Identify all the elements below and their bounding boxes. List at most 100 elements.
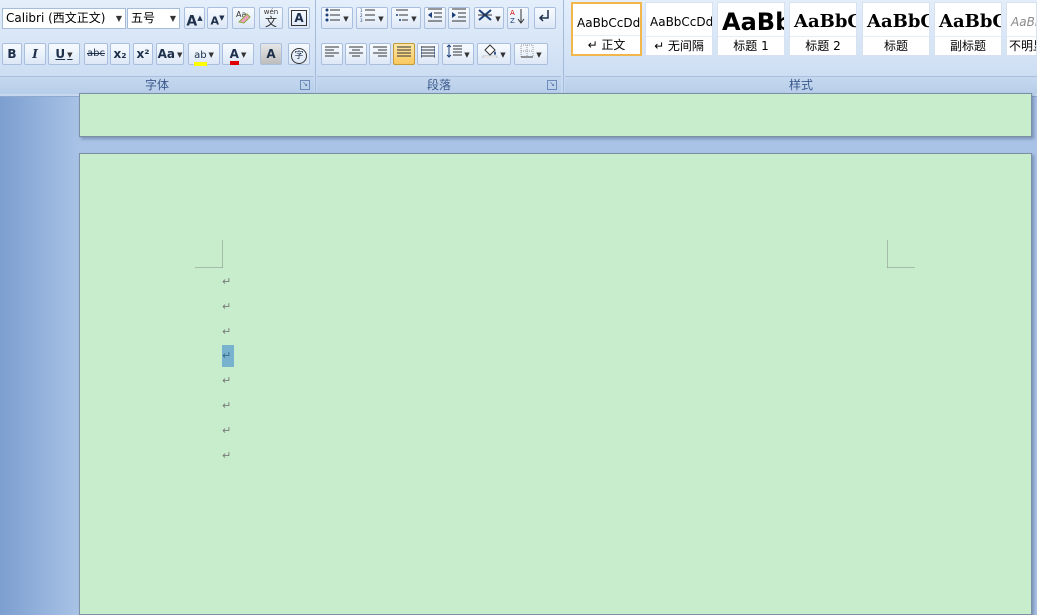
character-border-icon: A: [291, 10, 307, 26]
borders-icon: [520, 44, 534, 58]
sort-button[interactable]: AZ: [507, 7, 529, 29]
paragraph-mark[interactable]: ↵: [222, 423, 234, 439]
numbering-button[interactable]: 1 2 3 ▼: [356, 7, 388, 29]
align-right-button[interactable]: [369, 43, 391, 65]
style-subtle-emphasis[interactable]: AaBbC 不明显: [1006, 2, 1037, 56]
bullets-button[interactable]: ▼: [321, 7, 353, 29]
paragraph-mark-icon: [538, 10, 549, 22]
style-heading-2[interactable]: AaBbC 标题 2: [789, 2, 857, 56]
style-name: 标题 2: [790, 36, 856, 55]
style-heading-1[interactable]: AaBb 标题 1: [717, 2, 785, 56]
font-dialog-launcher-icon[interactable]: ↘: [300, 80, 310, 90]
paragraph-dialog-launcher-icon[interactable]: ↘: [547, 80, 557, 90]
chinese-layout-button[interactable]: ▼: [474, 7, 504, 29]
strikethrough-button[interactable]: abc: [84, 43, 108, 65]
justify-button[interactable]: [393, 43, 415, 65]
numbered-list-icon: 123: [360, 8, 376, 23]
chevron-down-icon: ▼: [169, 14, 177, 23]
enclose-characters-button[interactable]: 字: [288, 43, 310, 65]
shading-button[interactable]: ▼: [477, 43, 511, 65]
shrink-font-button[interactable]: A▼: [207, 7, 228, 29]
style-sample: AaBbCcDd: [577, 16, 640, 30]
font-group: Calibri (西文正文) ▼ 五号 ▼ A▲ A▼ Aa wén 文 A B…: [0, 0, 314, 96]
previous-page[interactable]: [79, 93, 1032, 137]
bold-button[interactable]: B: [2, 43, 22, 65]
style-sample: AaBb: [722, 8, 784, 36]
subscript-button[interactable]: x₂: [110, 43, 130, 65]
style-normal[interactable]: AaBbCcDd ↵ 正文: [571, 2, 642, 56]
svg-text:A: A: [510, 9, 515, 17]
justify-icon: [397, 46, 411, 57]
font-name-combo[interactable]: Calibri (西文正文) ▼: [2, 8, 126, 29]
bullet-list-icon: [325, 8, 341, 22]
align-center-button[interactable]: [345, 43, 367, 65]
paragraph-mark[interactable]: ↵: [222, 398, 234, 414]
style-name: 标题: [863, 36, 929, 55]
italic-button[interactable]: I: [24, 43, 46, 65]
chevron-down-icon: ▼: [115, 14, 123, 23]
style-no-spacing[interactable]: AaBbCcDd ↵ 无间隔: [645, 2, 713, 56]
chevron-down-icon: ▼: [177, 50, 183, 59]
group-divider: [315, 0, 316, 96]
superscript-icon: x²: [136, 47, 150, 61]
style-title[interactable]: AaBbC 标题: [862, 2, 930, 56]
style-name: ↵ 正文: [573, 35, 640, 54]
style-name: 标题 1: [718, 36, 784, 55]
shrink-font-icon: A: [210, 14, 220, 28]
increase-indent-button[interactable]: [448, 7, 470, 29]
underline-icon: U: [55, 47, 66, 61]
character-shading-button[interactable]: A: [260, 43, 282, 65]
font-color-button[interactable]: A ▼: [222, 43, 254, 65]
sort-icon: AZ: [510, 9, 525, 25]
svg-text:Z: Z: [510, 17, 515, 24]
change-case-icon: Aa: [157, 47, 175, 61]
font-color-icon: A: [229, 48, 239, 65]
font-name-value: Calibri (西文正文): [6, 11, 106, 25]
bold-icon: B: [7, 47, 17, 61]
chevron-down-icon: ▼: [536, 50, 542, 59]
decrease-indent-button[interactable]: [424, 7, 446, 29]
distributed-button[interactable]: [417, 43, 439, 65]
chevron-down-icon: ▼: [464, 50, 470, 59]
highlight-button[interactable]: ab ▼: [188, 43, 220, 66]
increase-indent-icon: [452, 8, 466, 22]
paragraph-group-label: 段落: [317, 76, 561, 94]
ribbon: Calibri (西文正文) ▼ 五号 ▼ A▲ A▼ Aa wén 文 A B…: [0, 0, 1037, 97]
style-sample: AaBbCcDd: [650, 15, 712, 29]
change-case-button[interactable]: Aa ▼: [156, 43, 184, 65]
paint-bucket-icon: [483, 44, 498, 59]
align-left-button[interactable]: [321, 43, 343, 65]
font-size-combo[interactable]: 五号 ▼: [127, 8, 180, 29]
chevron-down-icon: ▼: [500, 50, 506, 59]
borders-button[interactable]: ▼: [514, 43, 548, 65]
multilevel-list-icon: [396, 9, 409, 21]
show-hide-marks-button[interactable]: [534, 7, 556, 29]
paragraph-mark-selected[interactable]: ↵: [222, 345, 234, 367]
paragraph-mark[interactable]: ↵: [222, 299, 234, 315]
grow-font-button[interactable]: A▲: [184, 7, 205, 30]
underline-button[interactable]: U ▼: [48, 43, 80, 65]
style-sample: AaBbC: [939, 11, 1001, 32]
paragraph-mark[interactable]: ↵: [222, 324, 234, 340]
chevron-down-icon: ▼: [240, 50, 247, 59]
paragraph-mark[interactable]: ↵: [222, 448, 234, 464]
strikethrough-icon: abc: [87, 48, 105, 59]
chevron-down-icon: ▼: [411, 14, 417, 23]
character-border-button[interactable]: A: [288, 7, 310, 29]
chevron-down-icon: ▼: [208, 50, 214, 59]
style-sample: AaBbC: [867, 11, 929, 32]
paragraph-mark[interactable]: ↵: [222, 274, 234, 290]
phonetic-guide-button[interactable]: wén 文: [259, 7, 283, 29]
line-spacing-button[interactable]: ▼: [442, 43, 474, 65]
enclose-characters-icon: 字: [291, 48, 307, 64]
document-area[interactable]: ↵ ↵ ↵ ↵ ↵ ↵ ↵ ↵: [0, 93, 1037, 615]
clear-format-button[interactable]: Aa: [232, 7, 255, 29]
style-subtitle[interactable]: AaBbC 副标题: [934, 2, 1002, 56]
align-center-icon: [349, 46, 363, 57]
paragraph-mark[interactable]: ↵: [222, 373, 234, 389]
superscript-button[interactable]: x²: [133, 43, 153, 65]
align-left-icon: [325, 46, 339, 57]
chevron-down-icon: ▼: [343, 14, 349, 23]
multilevel-list-button[interactable]: ▼: [391, 7, 421, 29]
align-right-icon: [373, 46, 387, 57]
